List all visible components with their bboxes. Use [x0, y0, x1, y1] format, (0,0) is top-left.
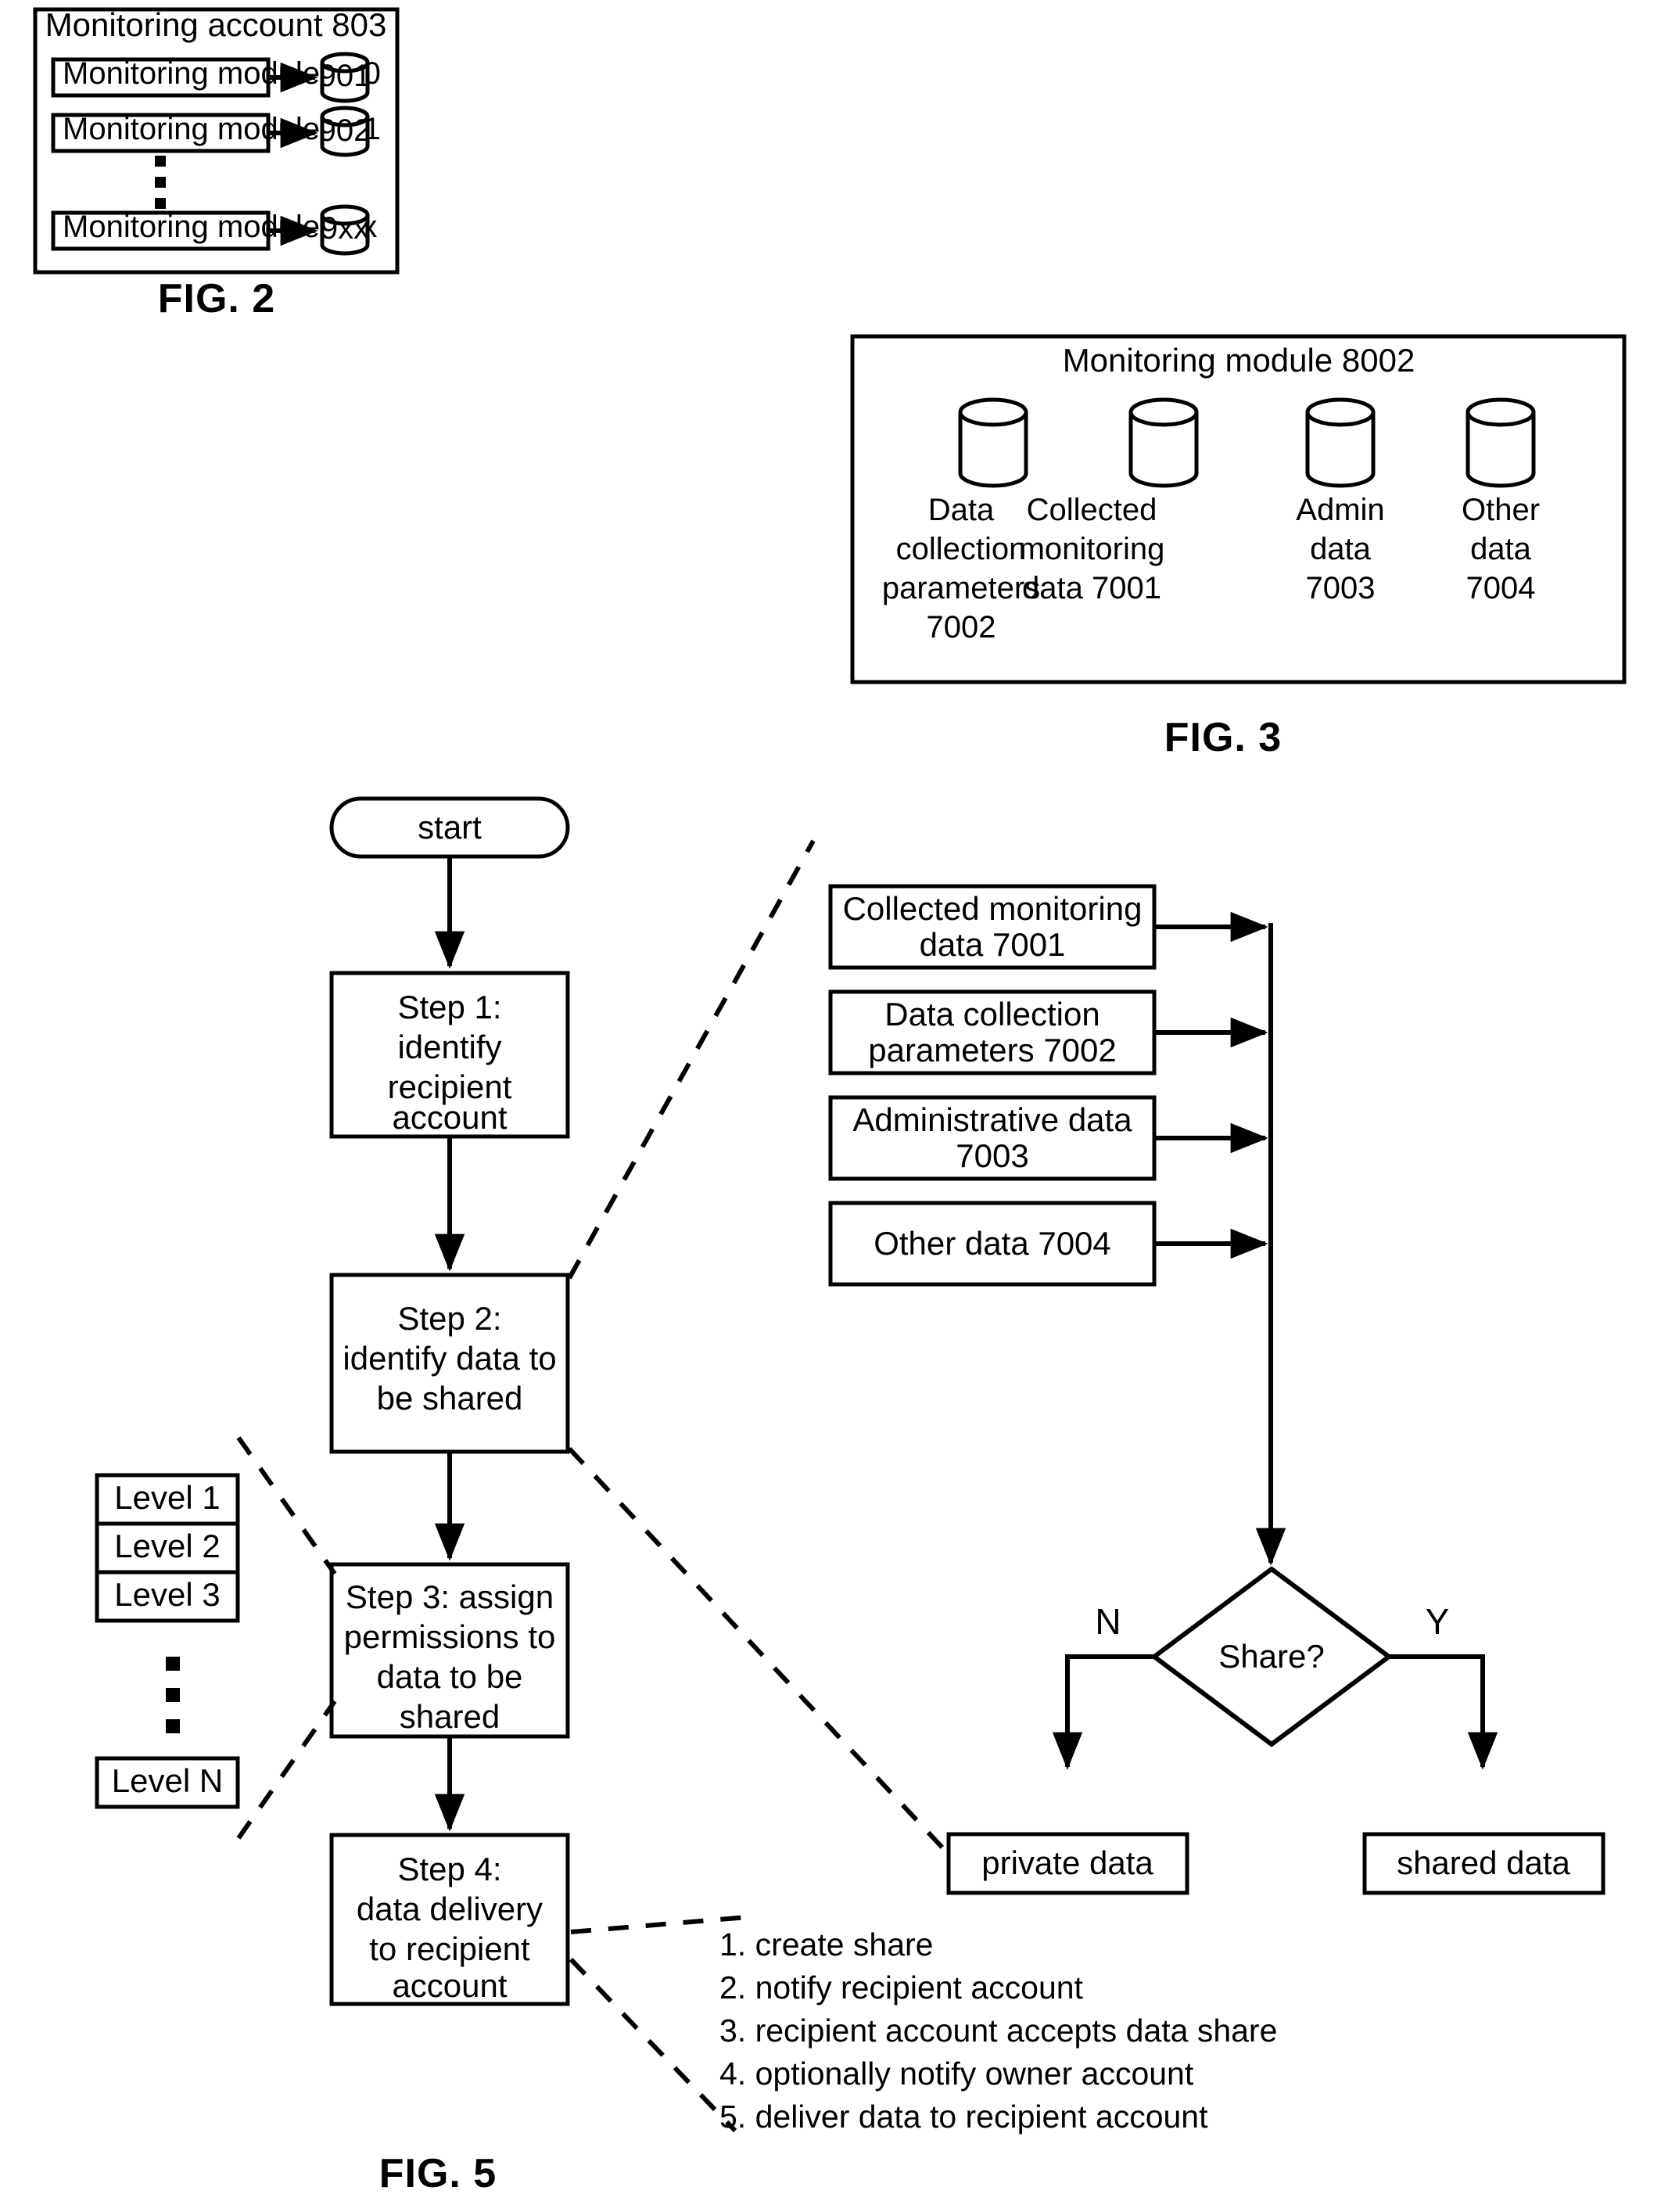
cylinder-top-icon	[1128, 411, 1199, 427]
level-item-3-label: Level N	[112, 1762, 223, 1799]
level-item-0-label: Level 1	[114, 1479, 220, 1516]
fig3-store-2-line2: data	[1310, 532, 1372, 566]
start-label: start	[418, 809, 482, 846]
fig3-store-3-line2: data	[1470, 532, 1532, 566]
permission-levels-list: Level 1 Level 2 Level 3 Level N	[95, 1473, 240, 1809]
outcome-private-label: private data	[981, 1844, 1153, 1881]
delivery-substep-3: 4. optionally notify owner account	[719, 2056, 1194, 2092]
data-box-1-line-1: parameters 7002	[868, 1032, 1117, 1068]
fig3-store-0-line4: 7002	[927, 610, 996, 645]
step-2-line-0: Step 2:	[397, 1300, 501, 1337]
fig3-store-2-line1: Admin	[1296, 493, 1384, 527]
data-box-2-line-1: 7003	[956, 1137, 1028, 1174]
figure-2: Monitoring account 803 Monitoring module…	[33, 6, 400, 321]
fig3-store-1: Collected monitoring data 7001	[1019, 397, 1199, 605]
fig3-store-2-line3: 7003	[1306, 571, 1376, 605]
step-3-line-3: shared	[400, 1698, 500, 1735]
fig2-caption: FIG. 2	[158, 276, 275, 321]
delivery-substep-4: 5. deliver data to recipient account	[719, 2099, 1208, 2135]
cylinder-top-icon	[1465, 411, 1536, 427]
delivery-substep-0: 1. create share	[719, 1927, 934, 1962]
fig2-container-title: Monitoring account 803	[45, 6, 387, 43]
step-3-line-1: permissions to	[344, 1618, 556, 1655]
datastore-9xx-label: 9xx	[321, 211, 369, 246]
datastore-902-label: 902	[319, 113, 371, 148]
fig3-caption: FIG. 3	[1164, 715, 1282, 760]
callout-levels-bottom	[236, 1700, 337, 1840]
callout-step2-bottom	[567, 1446, 945, 1850]
shareable-data-boxes: Collected monitoring data 7001 Data coll…	[828, 884, 1286, 1566]
fig3-store-0-line3: parameters	[882, 571, 1040, 605]
fig3-store-0-line2: collection	[896, 532, 1027, 566]
fig3-store-1-line2: monitoring	[1019, 532, 1165, 566]
branch-yes-path	[1389, 1654, 1498, 1770]
cylinder-top-icon	[1305, 411, 1376, 427]
data-box-2-line-0: Administrative data	[852, 1101, 1132, 1138]
step-4-line-1: data delivery	[357, 1891, 543, 1927]
patent-drawing-sheet: Monitoring account 803 Monitoring module…	[0, 0, 1661, 2212]
step-1-line-3: account	[392, 1099, 507, 1136]
fig3-store-3: Other data 7004	[1462, 397, 1540, 605]
step-1-line-1: identify	[397, 1029, 501, 1065]
levels-vertical-ellipsis	[166, 1657, 180, 1733]
fig3-store-1-line3: data 7001	[1022, 571, 1161, 605]
fig3-store-2: Admin data 7003	[1296, 397, 1385, 605]
figure-5: start Step 1: identify recipient account…	[95, 796, 1605, 2196]
decision-yes-label: Y	[1426, 1601, 1450, 1642]
fig5-caption: FIG. 5	[379, 2151, 497, 2196]
step-4-line-2: to recipient	[369, 1930, 530, 1967]
fig3-store-3-line1: Other	[1462, 493, 1540, 527]
callout-step2-top	[567, 839, 816, 1280]
drawing-canvas: Monitoring account 803 Monitoring module…	[33, 6, 1627, 2196]
datastore-901-label: 901	[319, 59, 371, 93]
step-4-line-3: account	[392, 1967, 507, 2004]
step-3-line-0: Step 3: assign	[346, 1578, 554, 1615]
level-item-1-label: Level 2	[114, 1528, 220, 1564]
branch-no-path	[1052, 1654, 1154, 1770]
fig2-vertical-ellipsis	[155, 156, 166, 209]
decision-no-label: N	[1095, 1601, 1121, 1642]
data-box-3-line-0: Other data 7004	[874, 1225, 1111, 1262]
callout-step4-bottom	[569, 1957, 737, 2133]
fig3-store-1-line1: Collected	[1027, 493, 1157, 527]
step-1-line-0: Step 1:	[397, 989, 501, 1025]
fig3-store-3-line3: 7004	[1466, 571, 1536, 605]
level-item-2-label: Level 3	[114, 1576, 220, 1613]
step-3-line-2: data to be	[377, 1658, 523, 1695]
share-decision-label: Share?	[1218, 1638, 1324, 1675]
delivery-substep-2: 3. recipient account accepts data share	[719, 2013, 1277, 2049]
step-2-line-2: be shared	[377, 1380, 523, 1417]
fig3-store-0: Data collection parameters 7002	[882, 397, 1040, 645]
delivery-substeps-list: 1. create share 2. notify recipient acco…	[719, 1927, 1277, 2135]
figure-3: Monitoring module 8002 Data collection p…	[850, 334, 1627, 760]
outcome-shared-label: shared data	[1397, 1844, 1570, 1881]
step-4-line-0: Step 4:	[397, 1851, 501, 1887]
delivery-substep-1: 2. notify recipient account	[719, 1970, 1084, 2006]
data-box-0-line-0: Collected monitoring	[843, 890, 1143, 927]
step-2-line-1: identify data to	[343, 1340, 556, 1377]
callout-levels-top	[236, 1436, 337, 1575]
data-box-0-line-1: data 7001	[920, 926, 1066, 963]
data-box-1-line-0: Data collection	[884, 996, 1100, 1032]
cylinder-top-icon	[958, 411, 1028, 427]
fig3-store-0-line1: Data	[928, 493, 995, 527]
fig3-container-title: Monitoring module 8002	[1063, 342, 1415, 379]
